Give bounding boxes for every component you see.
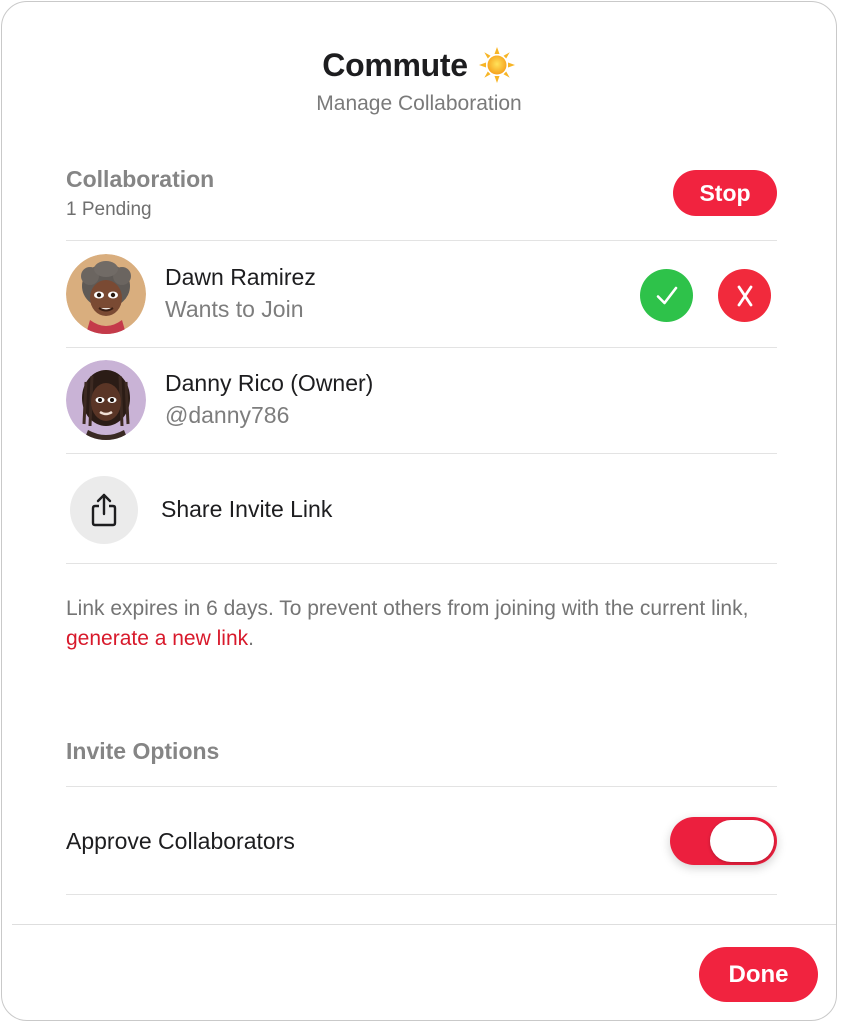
manage-collaboration-dialog: Commute Manage Collaboration Collaborati… (1, 1, 837, 1021)
approve-button[interactable] (640, 269, 693, 322)
divider (66, 563, 777, 564)
title-row: Commute (2, 42, 836, 88)
memoji-avatar (66, 254, 146, 334)
invite-options-heading: Invite Options (66, 738, 220, 764)
pending-count: 1 Pending (66, 199, 152, 220)
divider (66, 786, 777, 787)
divider (66, 240, 777, 241)
dialog-subtitle: Manage Collaboration (316, 92, 522, 115)
invite-options-section: Invite Options (66, 738, 777, 765)
participant-row-owner: Danny Rico (Owner) @danny786 (66, 360, 777, 440)
share-invite-link-row[interactable]: Share Invite Link (66, 474, 777, 544)
sun-icon (478, 46, 516, 84)
divider (66, 453, 777, 454)
stop-button[interactable]: Stop (673, 170, 777, 216)
participant-handle: @danny786 (165, 402, 290, 428)
share-icon[interactable] (70, 476, 138, 544)
collaboration-heading: Collaboration (66, 166, 215, 192)
done-button[interactable]: Done (699, 947, 818, 1002)
close-icon (737, 285, 752, 306)
expiry-text: Link expires in 6 days. To prevent other… (66, 597, 749, 620)
approve-collaborators-label: Approve Collaborators (66, 828, 295, 854)
participant-status: Wants to Join (165, 296, 304, 322)
divider (66, 347, 777, 348)
collaboration-section: Collaboration 1 Pending Stop (66, 166, 777, 226)
generate-new-link[interactable]: generate a new link (66, 627, 248, 650)
participant-row-pending: Dawn Ramirez Wants to Join (66, 254, 777, 334)
participant-name: Danny Rico (Owner) (165, 370, 374, 396)
participant-name: Dawn Ramirez (165, 264, 316, 290)
decline-button[interactable] (718, 269, 771, 322)
expiry-suffix: . (248, 627, 254, 650)
approve-collaborators-toggle[interactable] (670, 817, 777, 865)
divider (66, 894, 777, 895)
link-expiry-note: Link expires in 6 days. To prevent other… (66, 594, 777, 654)
dialog-header: Commute Manage Collaboration (2, 42, 836, 116)
checkmark-icon (656, 286, 677, 304)
dialog-title: Commute (322, 46, 468, 83)
share-invite-link-label[interactable]: Share Invite Link (161, 496, 332, 523)
footer-divider (12, 924, 836, 925)
toggle-knob (710, 820, 774, 862)
approve-collaborators-row: Approve Collaborators (66, 814, 777, 874)
memoji-avatar (66, 360, 146, 440)
